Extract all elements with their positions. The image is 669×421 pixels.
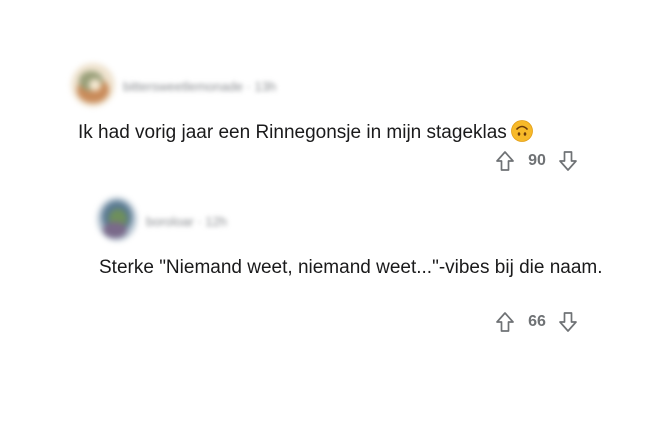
- vote-bar: 90: [494, 149, 579, 173]
- upvote-icon[interactable]: [494, 149, 516, 173]
- comment-meta: bittersweetlemonade · 13h: [123, 79, 276, 94]
- author-name[interactable]: bittersweetlemonade: [123, 79, 243, 94]
- meta-separator: ·: [246, 79, 255, 94]
- timestamp: 12h: [205, 214, 227, 229]
- comment-body: Sterke "Niemand weet, niemand weet..."-v…: [99, 255, 619, 281]
- comment-body: Ik had vorig jaar een Rinnegonsje in mij…: [78, 120, 533, 145]
- vote-score: 66: [528, 313, 546, 330]
- comment-meta: boroloar · 12h: [146, 214, 227, 229]
- downvote-icon[interactable]: [557, 310, 579, 334]
- avatar[interactable]: [71, 63, 115, 107]
- avatar[interactable]: [97, 197, 137, 241]
- comment-text: Sterke "Niemand weet, niemand weet..."-v…: [99, 257, 603, 278]
- upside-down-face-emoji-icon: [510, 120, 533, 142]
- timestamp: 13h: [254, 79, 277, 94]
- vote-score: 90: [528, 152, 546, 169]
- vote-bar: 66: [494, 310, 579, 334]
- upvote-icon[interactable]: [494, 310, 516, 334]
- downvote-icon[interactable]: [557, 149, 579, 173]
- author-name[interactable]: boroloar: [146, 214, 194, 229]
- comment-text: Ik had vorig jaar een Rinnegonsje in mij…: [78, 122, 507, 143]
